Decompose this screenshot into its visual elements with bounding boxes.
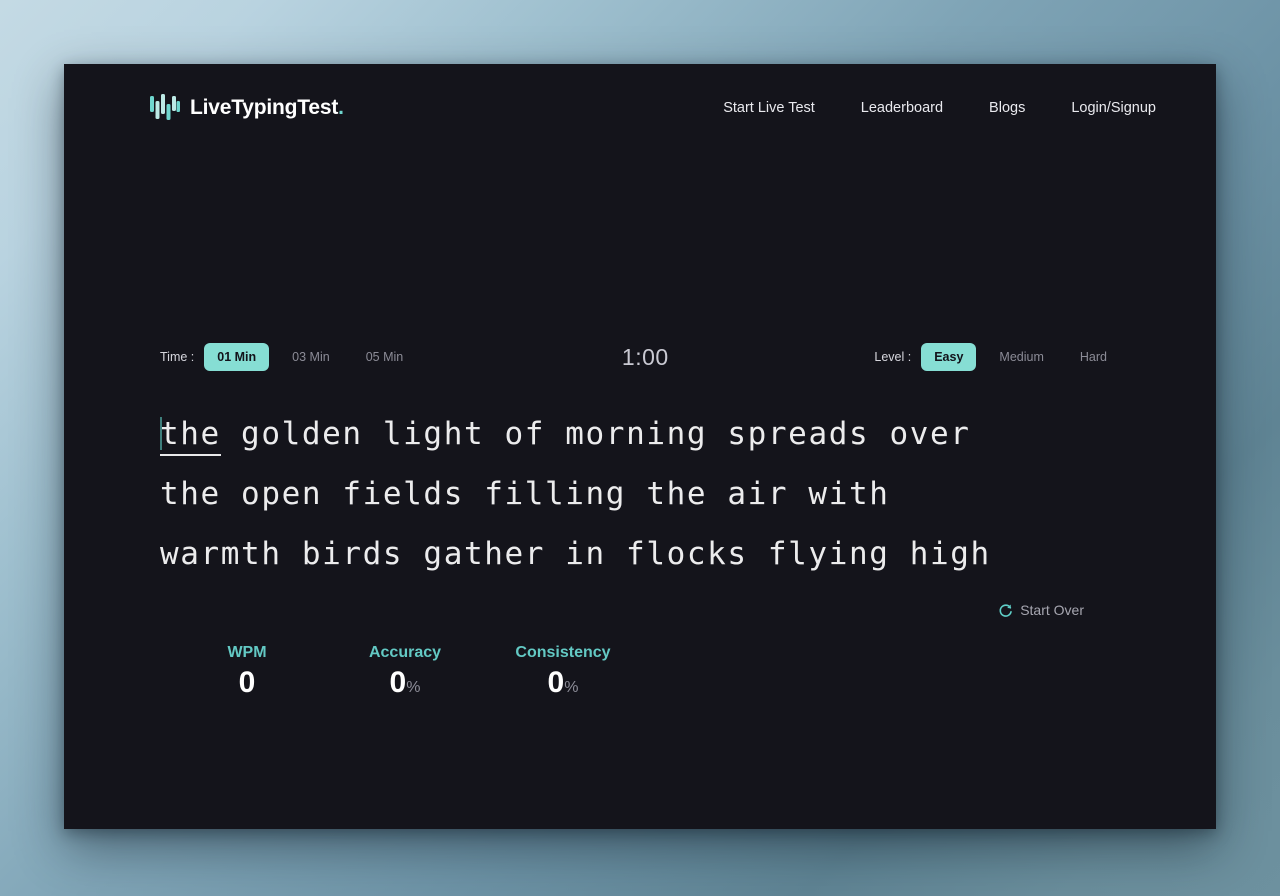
start-over-label: Start Over bbox=[1020, 602, 1084, 618]
nav-blogs[interactable]: Blogs bbox=[989, 100, 1025, 116]
stat-accuracy-number: 0 bbox=[389, 666, 407, 699]
stat-consistency-unit: % bbox=[564, 679, 579, 696]
equalizer-bars-icon bbox=[150, 92, 180, 124]
stat-consistency-label: Consistency bbox=[515, 644, 611, 661]
stat-wpm: WPM 0 bbox=[168, 644, 326, 698]
passage-current-word: the bbox=[160, 416, 221, 456]
time-option-03-min[interactable]: 03 Min bbox=[279, 343, 343, 371]
refresh-icon bbox=[998, 603, 1013, 618]
start-over-button[interactable]: Start Over bbox=[998, 602, 1084, 618]
brand-name-text: LiveTypingTest bbox=[190, 96, 339, 119]
stat-wpm-value: 0 bbox=[168, 668, 326, 698]
nav-leaderboard[interactable]: Leaderboard bbox=[861, 100, 943, 116]
test-control-bar: Time : 01 Min 03 Min 05 Min 1:00 Level :… bbox=[160, 340, 1120, 374]
stat-wpm-number: 0 bbox=[238, 666, 256, 699]
countdown-timer: 1:00 bbox=[621, 343, 669, 370]
time-option-01-min[interactable]: 01 Min bbox=[204, 343, 270, 371]
typing-passage[interactable]: the golden light of morning spreads over… bbox=[160, 404, 1120, 584]
main-nav: Start Live Test Leaderboard Blogs Login/… bbox=[723, 100, 1192, 116]
time-option-05-min[interactable]: 05 Min bbox=[353, 343, 417, 371]
nav-start-live-test[interactable]: Start Live Test bbox=[723, 100, 815, 116]
time-selector-label: Time : bbox=[160, 350, 195, 364]
app-window: LiveTypingTest. Start Live Test Leaderbo… bbox=[64, 64, 1216, 829]
level-option-medium[interactable]: Medium bbox=[986, 343, 1056, 371]
stat-consistency-value: 0% bbox=[484, 668, 642, 698]
typing-test-area: Time : 01 Min 03 Min 05 Min 1:00 Level :… bbox=[64, 340, 1216, 698]
brand-logo[interactable]: LiveTypingTest. bbox=[150, 92, 344, 124]
stat-accuracy: Accuracy 0% bbox=[326, 644, 484, 698]
site-header: LiveTypingTest. Start Live Test Leaderbo… bbox=[64, 64, 1216, 152]
stat-accuracy-unit: % bbox=[406, 679, 421, 696]
passage-remaining-text: golden light of morning spreads over the… bbox=[160, 416, 991, 572]
stat-accuracy-value: 0% bbox=[326, 668, 484, 698]
stat-consistency-number: 0 bbox=[547, 666, 565, 699]
stat-wpm-label: WPM bbox=[227, 644, 267, 661]
stats-row: WPM 0 Accuracy 0% Consistency 0% bbox=[160, 644, 1120, 698]
level-option-easy[interactable]: Easy bbox=[921, 343, 977, 371]
brand-name-dot: . bbox=[338, 96, 344, 119]
time-selector: Time : 01 Min 03 Min 05 Min bbox=[160, 343, 416, 371]
level-selector: Level : Easy Medium Hard bbox=[874, 343, 1120, 371]
stat-consistency: Consistency 0% bbox=[484, 644, 642, 698]
nav-login-signup[interactable]: Login/Signup bbox=[1071, 100, 1156, 116]
level-option-hard[interactable]: Hard bbox=[1067, 343, 1120, 371]
restart-row: Start Over bbox=[160, 602, 1120, 618]
brand-name: LiveTypingTest. bbox=[190, 96, 344, 120]
level-selector-label: Level : bbox=[874, 350, 912, 364]
stat-accuracy-label: Accuracy bbox=[368, 644, 442, 661]
